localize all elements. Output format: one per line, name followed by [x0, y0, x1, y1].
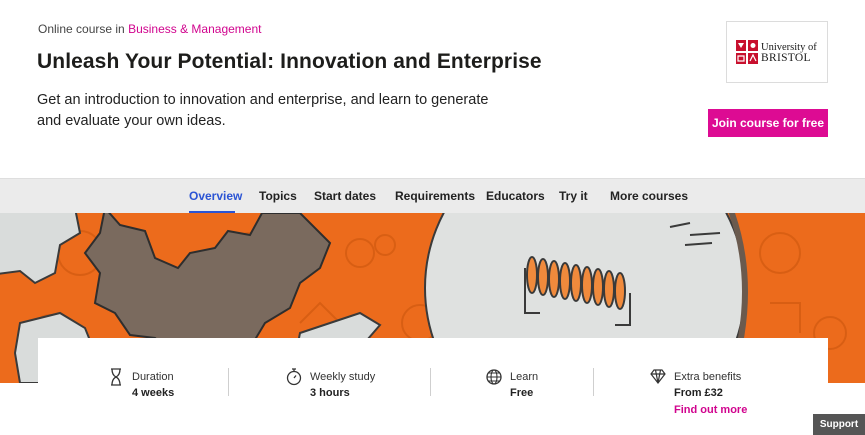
logo-wordmark: University of BRISTOL [761, 42, 817, 64]
tab-start-dates[interactable]: Start dates [314, 189, 376, 203]
category-link[interactable]: Business & Management [128, 22, 261, 36]
globe-icon [486, 369, 502, 385]
course-header: Online course in Business & Management U… [0, 0, 865, 178]
join-course-button[interactable]: Join course for free [708, 109, 828, 137]
stat-value: 3 hours [310, 387, 350, 399]
crest-icon [736, 40, 758, 64]
stopwatch-icon [286, 368, 302, 386]
support-button[interactable]: Support [813, 414, 865, 435]
tab-requirements[interactable]: Requirements [395, 189, 475, 203]
tab-more-courses[interactable]: More courses [610, 189, 688, 203]
stat-label: Duration [132, 371, 174, 383]
course-info-card: Duration 4 weeks Weekly study 3 hours Le… [38, 338, 828, 435]
stat-label: Weekly study [310, 371, 376, 383]
stat-value: From £32 [674, 387, 723, 399]
stat-divider [228, 368, 229, 396]
diamond-icon [650, 369, 666, 384]
university-logo[interactable]: University of BRISTOL [726, 21, 828, 83]
stat-value: Free [510, 387, 534, 399]
tab-educators[interactable]: Educators [486, 189, 545, 203]
breadcrumb: Online course in Business & Management [38, 22, 261, 36]
stat-label: Extra benefits [674, 371, 742, 383]
tab-overview[interactable]: Overview [189, 189, 242, 203]
tab-topics[interactable]: Topics [259, 189, 297, 203]
tab-try-it[interactable]: Try it [559, 189, 588, 203]
find-out-more-link[interactable]: Find out more [674, 404, 747, 416]
stat-divider [430, 368, 431, 396]
course-description: Get an introduction to innovation and en… [37, 92, 489, 129]
course-tab-bar: Overview Topics Start dates Requirements… [0, 178, 865, 214]
stat-value: 4 weeks [132, 387, 175, 399]
course-title: Unleash Your Potential: Innovation and E… [37, 50, 542, 73]
stat-label: Learn [510, 371, 539, 383]
hourglass-icon [111, 368, 121, 386]
crumb-prefix: Online course in [38, 22, 125, 36]
logo-line2: BRISTOL [761, 52, 811, 64]
stat-divider [593, 368, 594, 396]
